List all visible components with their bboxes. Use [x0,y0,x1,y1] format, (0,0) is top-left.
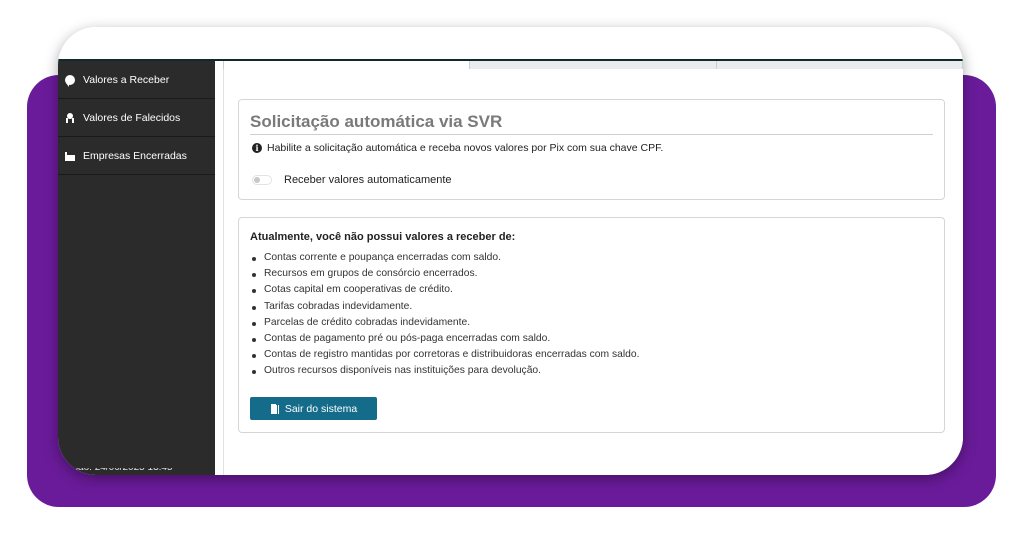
list-item: Cotas capital em cooperativas de crédito… [251,282,639,298]
list-item: Contas de registro mantidas por corretor… [251,347,639,363]
sidebar: Valores a Receber Valores de Falecidos E… [58,61,215,475]
exit-button[interactable]: Sair do sistema [250,397,377,420]
sidebar-item-valores-a-receber[interactable]: Valores a Receber [58,61,215,99]
sidebar-item-label: Empresas Encerradas [83,149,187,162]
list-item: Contas de pagamento pré ou pós-paga ence… [251,331,639,347]
values-list: Contas corrente e poupança encerradas co… [250,250,639,380]
sidebar-item-empresas-encerradas[interactable]: Empresas Encerradas [58,137,215,175]
list-item: Parcelas de crédito cobradas indevidamen… [251,315,639,331]
main-content: Solicitação automática via SVR i Habilit… [223,69,963,475]
top-bar [58,27,963,61]
svr-info: i Habilite a solicitação automática e re… [252,142,663,154]
auto-receive-toggle[interactable] [252,175,272,185]
svr-card-title: Solicitação automática via SVR [250,112,503,131]
sidebar-item-label: Valores a Receber [83,73,170,86]
factory-icon [65,151,75,161]
exit-button-label: Sair do sistema [284,402,358,415]
list-item: Outros recursos disponíveis nas institui… [251,363,639,379]
version-text: Versão: 24/06/2025 13:45 [58,468,173,475]
list-item: Tarifas cobradas indevidamente. [251,299,639,315]
tab-2[interactable] [470,61,717,69]
auto-receive-toggle-row: Receber valores automaticamente [252,174,452,186]
svr-card: Solicitação automática via SVR i Habilit… [238,99,945,200]
info-icon: i [252,143,262,153]
sidebar-item-valores-de-falecidos[interactable]: Valores de Falecidos [58,99,215,137]
tab-3[interactable] [717,61,963,69]
chat-icon [65,74,75,87]
tab-1[interactable] [223,61,471,69]
sidebar-item-label: Valores de Falecidos [83,111,181,124]
svr-info-text: Habilite a solicitação automática e rece… [267,142,664,154]
values-card-heading: Atualmente, você não possui valores a re… [250,231,516,243]
tab-bar [223,61,963,69]
list-item: Recursos em grupos de consórcio encerrad… [251,266,639,282]
browser-window: Valores a Receber Valores de Falecidos E… [58,27,963,475]
divider [250,134,933,135]
ribbon-icon [65,112,75,123]
door-exit-icon [270,403,279,414]
list-item: Contas corrente e poupança encerradas co… [251,250,639,266]
values-card: Atualmente, você não possui valores a re… [238,217,945,433]
auto-receive-label: Receber valores automaticamente [284,174,452,186]
